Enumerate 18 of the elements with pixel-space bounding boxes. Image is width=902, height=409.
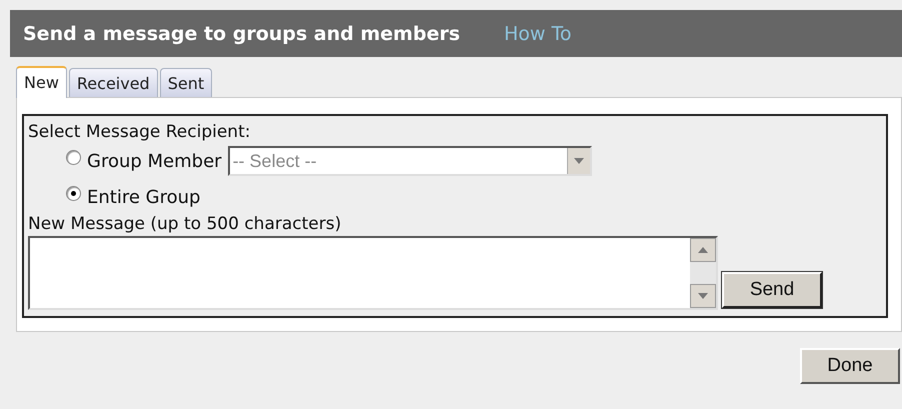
scroll-down-button[interactable]	[690, 284, 716, 308]
page-title: Send a message to groups and members	[23, 22, 460, 44]
option-label: Entire Group	[87, 186, 200, 208]
radio-button[interactable]	[66, 186, 81, 200]
scroll-up-button[interactable]	[690, 238, 716, 262]
radio-button[interactable]	[66, 150, 81, 164]
tab[interactable]: Received	[68, 68, 158, 97]
tab[interactable]: Sent	[160, 68, 212, 97]
option-label: Group Member	[87, 150, 222, 172]
done-button[interactable]: Done	[800, 348, 900, 384]
tab[interactable]: New	[16, 66, 67, 98]
dropdown-arrow-icon	[574, 158, 584, 164]
recipient-label: Select Message Recipient:	[28, 122, 252, 142]
down-arrow-icon	[698, 293, 708, 299]
message-field[interactable]	[28, 236, 718, 310]
up-arrow-icon	[698, 247, 708, 253]
send-button[interactable]: Send	[722, 272, 822, 308]
message-label: New Message (up to 500 characters)	[28, 214, 342, 234]
